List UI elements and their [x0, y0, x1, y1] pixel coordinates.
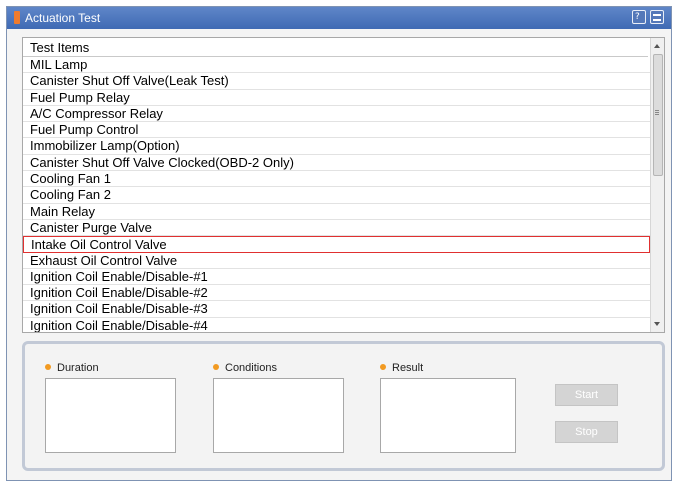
list-item-selected[interactable]: Intake Oil Control Valve: [23, 236, 650, 253]
result-label: Result: [380, 362, 423, 374]
conditions-box: [213, 378, 344, 453]
list-item[interactable]: Ignition Coil Enable/Disable-#1: [23, 269, 650, 286]
list-header: Test Items: [23, 38, 648, 57]
test-items-list[interactable]: Test Items MIL Lamp Canister Shut Off Val…: [22, 37, 665, 333]
list-item[interactable]: Exhaust Oil Control Valve: [23, 253, 650, 269]
window-title: Actuation Test: [25, 11, 101, 25]
scroll-thumb[interactable]: [653, 54, 663, 176]
list-scrollbar[interactable]: [650, 38, 664, 332]
result-box: [380, 378, 516, 453]
stop-button[interactable]: Stop: [555, 421, 618, 443]
list-item[interactable]: Immobilizer Lamp(Option): [23, 138, 650, 155]
list-item[interactable]: Fuel Pump Relay: [23, 90, 650, 106]
list-item[interactable]: Ignition Coil Enable/Disable-#3: [23, 301, 650, 318]
bullet-icon: [213, 364, 219, 370]
app-icon: [14, 11, 20, 24]
help-icon[interactable]: ?: [632, 10, 646, 24]
list-item[interactable]: A/C Compressor Relay: [23, 106, 650, 123]
list-item[interactable]: Main Relay: [23, 204, 650, 220]
duration-box: [45, 378, 176, 453]
scroll-down-icon[interactable]: [654, 322, 660, 326]
list-item[interactable]: Cooling Fan 2: [23, 187, 650, 204]
list-item[interactable]: Cooling Fan 1: [23, 171, 650, 188]
test-control-panel: Duration Conditions Result Start Stop: [22, 341, 665, 471]
title-bar: Actuation Test ?: [7, 7, 671, 29]
start-button[interactable]: Start: [555, 384, 618, 406]
bullet-icon: [45, 364, 51, 370]
list-item[interactable]: Fuel Pump Control: [23, 122, 650, 139]
list-item[interactable]: Ignition Coil Enable/Disable-#2: [23, 285, 650, 302]
actuation-test-window: Actuation Test ? Test Items MIL Lamp Cani…: [6, 6, 672, 481]
menu-icon[interactable]: [650, 10, 664, 24]
list-item[interactable]: Canister Shut Off Valve(Leak Test): [23, 73, 650, 90]
list-rows: MIL Lamp Canister Shut Off Valve(Leak Tes…: [23, 57, 650, 332]
duration-label: Duration: [45, 362, 99, 374]
list-item[interactable]: Canister Shut Off Valve Clocked(OBD-2 On…: [23, 155, 650, 172]
list-item[interactable]: Canister Purge Valve: [23, 220, 650, 237]
conditions-label: Conditions: [213, 362, 277, 374]
list-item[interactable]: Ignition Coil Enable/Disable-#4: [23, 318, 650, 332]
scroll-up-icon[interactable]: [654, 44, 660, 48]
bullet-icon: [380, 364, 386, 370]
list-item[interactable]: MIL Lamp: [23, 57, 650, 74]
scroll-grip-icon: [655, 110, 659, 111]
